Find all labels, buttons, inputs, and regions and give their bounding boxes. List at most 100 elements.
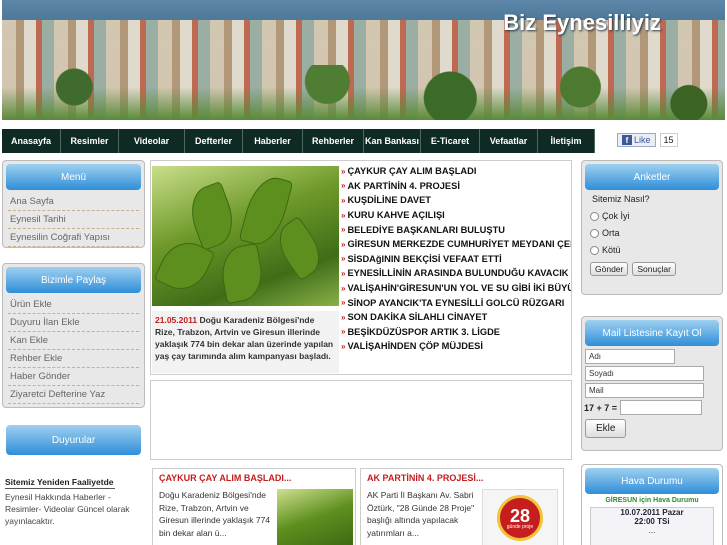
sidebar-link[interactable]: Ana Sayfa (8, 193, 139, 211)
sidebar-link[interactable]: Eynesilin Coğrafi Yapısı (8, 229, 139, 247)
headline-link[interactable]: » EYNESİLLİNİN ARASINDA BULUNDUĞU KAVACIK (341, 266, 571, 281)
poll-buttons: Gönder Sonuçlar (590, 262, 722, 276)
nav-item[interactable]: İletişim (538, 129, 595, 153)
news-card-1[interactable]: ÇAYKUR ÇAY ALIM BAŞLADI... Doğu Karadeni… (152, 468, 356, 545)
announcements-box-title: Duyurular (6, 425, 141, 455)
headline-link[interactable]: » KURU KAHVE AÇILIŞI (341, 208, 571, 223)
bullet-arrow-icon: » (341, 210, 346, 220)
mail-list-box: Mail Listesine Kayıt Ol Adı Soyadı Mail … (581, 316, 723, 451)
headline-link[interactable]: » KUŞDİLİNE DAVET (341, 193, 571, 208)
radio-button[interactable] (590, 211, 599, 221)
poll-option[interactable]: Çok İyi (590, 211, 722, 221)
poll-box-title: Anketler (585, 164, 719, 190)
bullet-arrow-icon: » (341, 341, 346, 351)
headline-link[interactable]: » ÇAYKUR ÇAY ALIM BAŞLADI (341, 164, 571, 179)
headline-link[interactable]: » AK PARTİNİN 4. PROJESİ (341, 179, 571, 194)
bullet-arrow-icon: » (341, 283, 346, 293)
poll-results-button[interactable]: Sonuçlar (632, 262, 676, 276)
poll-vote-button[interactable]: Gönder (590, 262, 629, 276)
headline-text: SİNOP AYANCIK'TA EYNESİLLİ GOLCÜ RÜZGARI (347, 297, 565, 308)
ad-area (150, 380, 572, 460)
announcement-text: Eynesil Hakkında Haberler - Resimler- Vi… (5, 492, 130, 526)
nav-item[interactable]: Kan Bankası (364, 129, 421, 153)
headline-link[interactable]: » BELEDİYE BAŞKANLARI BULUŞTU (341, 222, 571, 237)
weather-widget: 10.07.2011 Pazar 22:00 TSi ... (590, 507, 714, 545)
nav-item[interactable]: Rehberler (303, 129, 364, 153)
nav-item[interactable]: Defterler (185, 129, 243, 153)
headline-text: KURU KAHVE AÇILIŞI (347, 210, 445, 221)
poll-option[interactable]: Orta (590, 228, 722, 238)
weather-box: Hava Durumu GİRESUN için Hava Durumu 10.… (581, 464, 723, 545)
menu-list: Ana Sayfa Eynesil Tarihi Eynesilin Coğrafi… (3, 193, 144, 247)
weather-box-title: Hava Durumu (585, 468, 719, 494)
name-field[interactable]: Adı (585, 349, 675, 364)
share-list: Ürün Ekle Duyuru İlan Ekle Kan Ekle Rehber … (3, 296, 144, 404)
share-box: Bizimle Paylaş Ürün Ekle Duyuru İlan Ekle… (2, 263, 145, 408)
headline-link[interactable]: » GİRESUN MERKEZDE CUMHURİYET MEYDANI ÇEI (341, 237, 571, 252)
news-card-title[interactable]: AK PARTİNİN 4. PROJESİ... (361, 469, 563, 485)
sidebar-link[interactable]: Ürün Ekle (8, 296, 139, 314)
bullet-arrow-icon: » (341, 327, 346, 337)
headline-text: GİRESUN MERKEZDE CUMHURİYET MEYDANI ÇEI (347, 239, 571, 250)
sidebar-link[interactable]: Eynesil Tarihi (8, 211, 139, 229)
headline-link[interactable]: » SON DAKİKA SİLAHLI CİNAYET (341, 310, 571, 325)
headline-list: » ÇAYKUR ÇAY ALIM BAŞLADI» AK PARTİNİN 4. … (341, 164, 571, 354)
email-field[interactable]: Mail (585, 383, 704, 398)
bullet-arrow-icon: » (341, 312, 346, 322)
bullet-arrow-icon: » (341, 166, 346, 176)
facebook-like-widget: f Like 15 (617, 133, 678, 147)
bullet-arrow-icon: » (341, 225, 346, 235)
site-banner: Biz Eynesilliyiz (2, 0, 725, 120)
bullet-arrow-icon: » (341, 268, 346, 278)
nav-item[interactable]: Videolar (119, 129, 185, 153)
poll-option-label: Orta (602, 228, 620, 238)
weather-location[interactable]: GİRESUN için Hava Durumu (582, 497, 722, 504)
poll-options: Çok İyi Orta Kötü (582, 211, 722, 255)
featured-image[interactable] (152, 166, 339, 306)
sidebar-link[interactable]: Haber Gönder (8, 368, 139, 386)
surname-field[interactable]: Soyadı (585, 366, 704, 381)
sidebar-link[interactable]: Rehber Ekle (8, 350, 139, 368)
sidebar-link[interactable]: Duyuru İlan Ekle (8, 314, 139, 332)
headline-text: EYNESİLLİNİN ARASINDA BULUNDUĞU KAVACIK (347, 268, 569, 279)
headline-link[interactable]: » SİSDAğININ BEKÇİSİ VEFAAT ETTİ (341, 252, 571, 267)
sidebar-link[interactable]: Ziyaretci Defterine Yaz (8, 386, 139, 404)
headline-link[interactable]: » VALİŞAHİNDEN ÇÖP MÜJDESİ (341, 339, 571, 354)
poll-question: Sitemiz Nasıl? (592, 194, 650, 204)
captcha-row: 17 + 7 = (584, 400, 722, 415)
news-card-title[interactable]: ÇAYKUR ÇAY ALIM BAŞLADI... (153, 469, 355, 485)
headline-link[interactable]: » SİNOP AYANCIK'TA EYNESİLLİ GOLCÜ RÜZGAR… (341, 295, 571, 310)
page: Biz Eynesilliyiz Anasayfa Resimler Videola… (0, 0, 727, 545)
announcements-box: Duyurular Sitemiz Yeniden Faaliyetde Eyn… (2, 421, 145, 545)
weather-date: 10.07.2011 Pazar (620, 508, 684, 517)
news-card-image[interactable] (277, 489, 353, 545)
news-slider: 21.05.2011 Doğu Karadeniz Bölgesi'nde Ri… (150, 160, 572, 375)
headline-link[interactable]: » VALİŞAHİN'GİRESUN'UN YOL VE SU GİBİ İKİ… (341, 281, 571, 296)
radio-button[interactable] (590, 228, 599, 238)
facebook-icon: f (622, 135, 632, 145)
news-card-image[interactable]: 28 günde proje (482, 489, 558, 545)
headline-text: KUŞDİLİNE DAVET (347, 195, 431, 206)
nav-item[interactable]: Haberler (243, 129, 303, 153)
subscribe-button[interactable]: Ekle (585, 419, 627, 438)
menu-box-title: Menü (6, 164, 141, 190)
nav-item[interactable]: Anasayfa (2, 129, 61, 153)
facebook-like-label: Like (634, 135, 651, 145)
nav-item[interactable]: Vefaatlar (480, 129, 538, 153)
poll-option[interactable]: Kötü (590, 245, 722, 255)
nav-item[interactable]: E-Ticaret (421, 129, 480, 153)
captcha-input[interactable] (620, 400, 703, 415)
headline-text: SİSDAğININ BEKÇİSİ VEFAAT ETTİ (347, 253, 502, 264)
nav-item[interactable]: Resimler (61, 129, 119, 153)
featured-date: 21.05.2011 (155, 315, 198, 325)
share-box-title: Bizimle Paylaş (6, 267, 141, 293)
radio-button[interactable] (590, 245, 599, 255)
news-card-2[interactable]: AK PARTİNİN 4. PROJESİ... AK Parti İl Ba… (360, 468, 564, 545)
headline-text: BELEDİYE BAŞKANLARI BULUŞTU (347, 224, 505, 235)
facebook-like-button[interactable]: f Like (617, 133, 656, 147)
poll-option-label: Çok İyi (602, 211, 630, 221)
bullet-arrow-icon: » (341, 298, 346, 308)
headline-text: AK PARTİNİN 4. PROJESİ (347, 180, 460, 191)
headline-link[interactable]: » BEŞİKDÜZÜSPOR ARTIK 3. LİGDE (341, 325, 571, 340)
sidebar-link[interactable]: Kan Ekle (8, 332, 139, 350)
